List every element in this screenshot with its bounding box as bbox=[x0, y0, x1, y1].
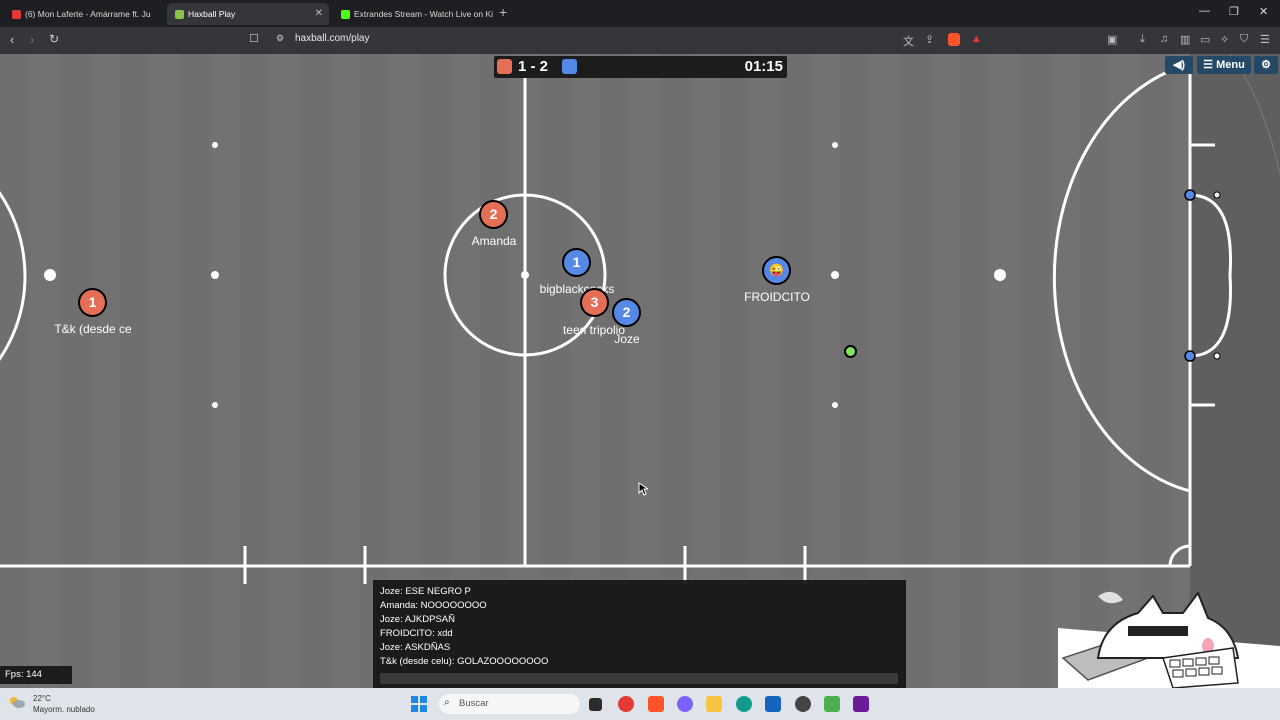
player-name: Joze bbox=[614, 332, 640, 346]
close-tab-icon[interactable]: ✕ bbox=[315, 3, 323, 25]
menu-button[interactable]: ☰ Menu bbox=[1197, 56, 1251, 74]
game-timer: 01:15 bbox=[744, 58, 783, 75]
obs-icon[interactable] bbox=[795, 696, 811, 712]
media-icon[interactable]: ♫ bbox=[1160, 33, 1168, 45]
player-red-2[interactable]: 2 bbox=[479, 200, 508, 229]
weather-temperature: 22°C bbox=[33, 694, 51, 703]
haxball-game[interactable]: 1 - 2 01:15 ◀) ☰ Menu ⚙ 1 T&k (desde ce … bbox=[0, 54, 1280, 688]
search-icon: ⌕ bbox=[444, 697, 450, 708]
chat-message: T&k (desde celu): GOLAZOOOOOOOO bbox=[380, 656, 549, 667]
screenshot-icon[interactable]: ▣ bbox=[1107, 33, 1117, 46]
player-name: FROIDCITO bbox=[744, 290, 810, 304]
address-bar[interactable]: ☐ ⚙ haxball.com/play 文 ⇪ ▲ bbox=[243, 30, 993, 50]
weather-widget[interactable]: 22°C Mayorm. nublado bbox=[33, 693, 95, 715]
chrome-icon[interactable] bbox=[618, 696, 634, 712]
leo-ai-icon[interactable]: ✧ bbox=[1220, 33, 1229, 46]
tab-youtube[interactable]: (6) Mon Laferte - Amárrame ft. Ju bbox=[4, 3, 164, 25]
bookmark-icon[interactable]: ☐ bbox=[249, 32, 259, 45]
player-blue-emoji[interactable]: 😜 bbox=[762, 256, 791, 285]
edge-icon[interactable] bbox=[736, 696, 752, 712]
kick-icon bbox=[341, 10, 350, 20]
share-icon[interactable]: ⇪ bbox=[925, 33, 934, 46]
taskbar-search[interactable]: ⌕ Buscar bbox=[439, 694, 580, 714]
player-red-3[interactable]: 3 bbox=[580, 288, 609, 317]
settings-button[interactable]: ⚙ bbox=[1254, 56, 1278, 74]
file-explorer-icon[interactable] bbox=[706, 696, 722, 712]
os-taskbar: 22°C Mayorm. nublado ⌕ Buscar bbox=[0, 688, 1280, 720]
minecraft-icon[interactable] bbox=[824, 696, 840, 712]
weather-description: Mayorm. nublado bbox=[33, 705, 95, 714]
player-name: T&k (desde ce bbox=[54, 322, 132, 336]
browser-toolbar: ‹ › ↻ ☐ ⚙ haxball.com/play 文 ⇪ ▲ ▣ ⤓ ♫ ▥… bbox=[0, 27, 1280, 54]
task-view-icon[interactable] bbox=[589, 698, 602, 711]
speaker-icon: ◀) bbox=[1172, 59, 1186, 71]
player-red-1[interactable]: 1 bbox=[78, 288, 107, 317]
chat-message: Amanda: NOOOOOOOO bbox=[380, 600, 487, 611]
brave-shields-icon[interactable] bbox=[948, 33, 960, 46]
chat-message: Joze: ASKDÑAS bbox=[380, 642, 451, 653]
menu-label: Menu bbox=[1216, 59, 1245, 71]
chat-message: FROIDCITO: xdd bbox=[380, 628, 453, 639]
red-team-indicator bbox=[497, 59, 512, 74]
forward-icon[interactable]: › bbox=[30, 32, 34, 47]
window-close-icon[interactable]: ✕ bbox=[1259, 5, 1268, 18]
haxball-icon bbox=[175, 10, 184, 20]
bongo-cat-overlay-icon bbox=[1058, 590, 1280, 688]
vpn-icon[interactable]: ⛉ bbox=[1240, 33, 1248, 46]
maximize-icon[interactable]: ❐ bbox=[1229, 5, 1239, 18]
new-tab-icon[interactable]: + bbox=[499, 4, 507, 20]
copilot-icon[interactable] bbox=[677, 696, 693, 712]
tab-title: Haxball Play bbox=[188, 9, 236, 19]
blue-team-indicator bbox=[562, 59, 577, 74]
cloudy-weather-icon bbox=[10, 697, 25, 708]
store-icon[interactable] bbox=[765, 696, 781, 712]
chat-message: Joze: ESE NEGRO P bbox=[380, 586, 471, 597]
url-text: haxball.com/play bbox=[295, 33, 370, 44]
browser-menu-icon[interactable]: ☰ bbox=[1260, 33, 1270, 46]
fps-counter: Fps: 144 bbox=[0, 666, 72, 684]
minimize-icon[interactable]: — bbox=[1199, 5, 1210, 17]
game-app-icon[interactable] bbox=[853, 696, 869, 712]
player-blue-1[interactable]: 1 bbox=[562, 248, 591, 277]
brave-rewards-icon[interactable]: ▲ bbox=[971, 33, 982, 45]
tab-haxball[interactable]: Haxball Play ✕ bbox=[167, 3, 329, 25]
game-ball bbox=[844, 345, 857, 358]
translate-icon[interactable]: 文 bbox=[903, 33, 914, 49]
gear-icon: ⚙ bbox=[1261, 59, 1271, 71]
tab-title: Extrandes Stream - Watch Live on Kic bbox=[354, 9, 493, 19]
sound-toggle-button[interactable]: ◀) bbox=[1165, 56, 1193, 74]
site-info-icon[interactable]: ⚙ bbox=[276, 33, 284, 44]
player-blue-2[interactable]: 2 bbox=[612, 298, 641, 327]
browser-tab-bar: (6) Mon Laferte - Amárrame ft. Ju Haxbal… bbox=[0, 0, 1280, 27]
chat-input[interactable] bbox=[380, 673, 898, 684]
reload-icon[interactable]: ↻ bbox=[49, 32, 59, 46]
chat-box: Joze: ESE NEGRO P Amanda: NOOOOOOOO Joze… bbox=[373, 580, 906, 688]
mouse-cursor-icon bbox=[638, 482, 648, 496]
wallet-icon[interactable]: ▭ bbox=[1200, 33, 1210, 46]
tab-title: (6) Mon Laferte - Amárrame ft. Ju bbox=[25, 9, 151, 19]
sidebar-icon[interactable]: ▥ bbox=[1180, 33, 1190, 46]
youtube-icon bbox=[12, 10, 21, 20]
chat-message: Joze: AJKDPSAÑ bbox=[380, 614, 455, 625]
score-text: 1 - 2 bbox=[518, 58, 549, 75]
back-icon[interactable]: ‹ bbox=[10, 32, 14, 47]
tab-kick[interactable]: Extrandes Stream - Watch Live on Kic bbox=[333, 3, 493, 25]
player-name: Amanda bbox=[471, 234, 517, 248]
search-placeholder: Buscar bbox=[459, 698, 489, 709]
hamburger-icon: ☰ bbox=[1203, 59, 1214, 71]
scoreboard: 1 - 2 01:15 bbox=[494, 56, 787, 78]
download-icon[interactable]: ⤓ bbox=[1140, 33, 1145, 46]
windows-start-icon[interactable] bbox=[411, 696, 427, 712]
brave-icon[interactable] bbox=[648, 696, 664, 712]
